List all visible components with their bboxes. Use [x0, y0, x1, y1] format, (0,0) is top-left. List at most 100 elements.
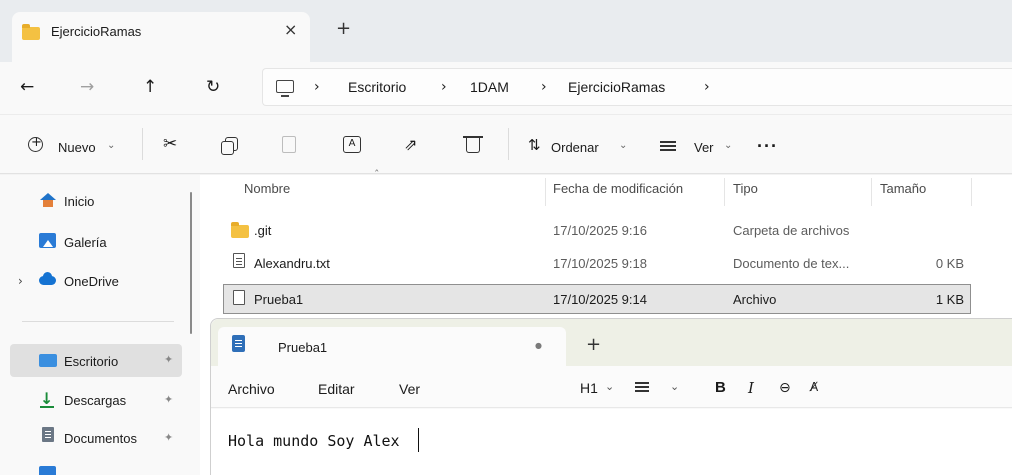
view-button[interactable]: Ver	[694, 140, 714, 155]
column-header-type[interactable]: Tipo	[733, 181, 758, 196]
sidebar-item-documentos[interactable]: Documentos	[64, 431, 137, 446]
sidebar-scrollbar[interactable]	[190, 192, 192, 334]
file-type: Carpeta de archivos	[733, 223, 850, 238]
forward-icon[interactable]: →	[80, 77, 94, 97]
file-type: Archivo	[733, 292, 777, 307]
cloud-icon-puff	[43, 272, 52, 281]
text-file-icon	[233, 253, 245, 268]
file-icon	[233, 290, 245, 305]
file-type: Documento de tex...	[733, 256, 850, 271]
gallery-icon-mountain	[43, 240, 53, 247]
chevron-right-icon[interactable]: ›	[441, 79, 447, 95]
chevron-down-icon: ⌄	[670, 380, 680, 393]
column-divider[interactable]	[724, 178, 725, 206]
delete-icon[interactable]	[466, 136, 480, 153]
notepad-icon	[232, 335, 245, 352]
folder-icon	[22, 24, 40, 40]
pin-icon[interactable]: ✦	[164, 353, 173, 366]
menu-archivo[interactable]: Archivo	[228, 381, 275, 397]
document-icon-lines	[45, 431, 51, 432]
paste-icon[interactable]	[282, 136, 296, 153]
chevron-down-icon: ⌄	[605, 380, 615, 393]
unsaved-dot-icon[interactable]: ●	[535, 341, 542, 350]
heading-dropdown[interactable]: H1	[580, 380, 598, 396]
bold-button[interactable]: B	[715, 379, 726, 396]
list-icon[interactable]	[635, 386, 649, 388]
rename-icon[interactable]: A	[343, 136, 361, 153]
chevron-right-icon[interactable]: ›	[541, 79, 547, 95]
pc-icon-stand	[281, 95, 289, 97]
sidebar-item-descargas[interactable]: Descargas	[64, 393, 126, 408]
navigation-pane	[0, 175, 200, 475]
toolbar-divider	[142, 128, 143, 160]
breadcrumb-1dam[interactable]: 1DAM	[470, 79, 509, 95]
pin-icon[interactable]: ✦	[164, 393, 173, 406]
new-button[interactable]: Nuevo	[58, 140, 96, 155]
text-cursor	[418, 428, 419, 452]
file-date: 17/10/2025 9:16	[553, 223, 647, 238]
italic-button[interactable]: I	[748, 379, 754, 397]
column-header-size[interactable]: Tamaño	[880, 181, 926, 196]
sort-icon[interactable]: ⇅	[528, 136, 541, 154]
share-icon[interactable]: ⇗	[404, 135, 417, 154]
download-icon-base	[40, 406, 54, 408]
menu-ver[interactable]: Ver	[399, 381, 420, 397]
expand-chevron-icon[interactable]: ›	[18, 274, 23, 288]
sort-ascending-icon: ˆ	[374, 168, 380, 181]
new-tab-icon[interactable]: +	[586, 334, 601, 355]
tab-title: EjercicioRamas	[51, 24, 142, 39]
sidebar-item-onedrive[interactable]: OneDrive	[64, 274, 119, 289]
breadcrumb-escritorio[interactable]: Escritorio	[348, 79, 406, 95]
notepad-tab-title: Prueba1	[278, 340, 328, 355]
images-icon	[39, 466, 56, 475]
close-tab-icon[interactable]: ×	[284, 20, 297, 39]
file-date: 17/10/2025 9:18	[553, 256, 647, 271]
delete-icon-lid	[463, 136, 483, 138]
pc-icon	[276, 80, 294, 93]
home-icon	[40, 193, 56, 200]
folder-icon	[231, 222, 249, 238]
file-size: 1 KB	[935, 292, 964, 307]
more-options-icon[interactable]: ···	[757, 136, 778, 157]
file-date: 17/10/2025 9:14	[553, 292, 647, 307]
sidebar-item-escritorio[interactable]: Escritorio	[64, 354, 118, 369]
back-icon[interactable]: ←	[20, 77, 34, 97]
chevron-right-icon[interactable]: ›	[314, 79, 320, 95]
column-divider[interactable]	[971, 178, 972, 206]
clear-format-icon[interactable]: A̸	[810, 380, 818, 394]
menu-editar[interactable]: Editar	[318, 381, 355, 397]
file-name: .git	[254, 223, 272, 238]
file-name: Alexandru.txt	[254, 256, 330, 271]
chevron-down-icon: ⌄	[724, 140, 733, 151]
plus-glyph: +	[31, 135, 42, 150]
link-icon[interactable]: ⊖	[779, 380, 791, 396]
column-divider[interactable]	[545, 178, 546, 206]
text-file-icon-lines	[236, 258, 242, 259]
editor-content[interactable]: Hola mundo Soy Alex	[228, 432, 400, 450]
file-size: 0 KB	[935, 256, 964, 271]
home-icon-body	[43, 200, 53, 207]
pin-icon[interactable]: ✦	[164, 431, 173, 444]
column-header-name[interactable]: Nombre	[244, 181, 290, 196]
sidebar-item-galeria[interactable]: Galería	[64, 235, 107, 250]
file-name: Prueba1	[254, 292, 304, 307]
command-bar	[0, 114, 1012, 174]
up-icon[interactable]: ↑	[143, 77, 157, 97]
sidebar-divider	[22, 321, 174, 322]
notepad-tab[interactable]	[218, 327, 566, 366]
column-header-date[interactable]: Fecha de modificación	[553, 181, 683, 196]
breadcrumb-ejercicioramas[interactable]: EjercicioRamas	[568, 79, 665, 95]
view-icon	[660, 141, 676, 143]
sidebar-item-inicio[interactable]: Inicio	[64, 194, 94, 209]
chevron-right-icon[interactable]: ›	[704, 79, 710, 95]
sort-button[interactable]: Ordenar	[551, 140, 599, 155]
cut-icon[interactable]: ✂	[163, 134, 177, 154]
document-icon	[42, 427, 54, 442]
chevron-down-icon: ⌄	[619, 140, 628, 151]
chevron-down-icon: ⌄	[107, 140, 116, 151]
toolbar-divider	[508, 128, 509, 160]
column-divider[interactable]	[871, 178, 872, 206]
notepad-icon-lines	[235, 340, 242, 341]
new-tab-icon[interactable]: +	[336, 18, 351, 39]
refresh-icon[interactable]: ↻	[206, 77, 220, 97]
